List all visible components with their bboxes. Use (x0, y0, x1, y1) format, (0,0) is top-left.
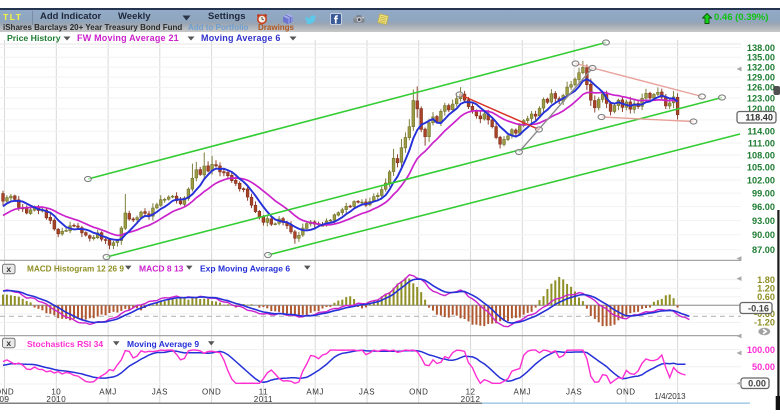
svg-text:MACD Histogram 12 26 9: MACD Histogram 12 26 9 (27, 264, 124, 273)
svg-text:0.60: 0.60 (757, 292, 775, 302)
svg-text:2012: 2012 (461, 395, 481, 404)
svg-text:JAS: JAS (152, 388, 168, 397)
svg-text:AMJ: AMJ (306, 388, 324, 397)
svg-text:x: x (6, 264, 11, 274)
svg-text:102.00: 102.00 (747, 175, 775, 185)
svg-text:135.00: 135.00 (747, 53, 775, 63)
svg-text:2010: 2010 (46, 395, 66, 404)
svg-text:2011: 2011 (254, 395, 273, 404)
svg-text:111.00: 111.00 (748, 138, 775, 148)
svg-text:MACD 8 13: MACD 8 13 (139, 263, 184, 273)
svg-text:OND: OND (202, 388, 221, 397)
svg-text:138.00: 138.00 (747, 43, 775, 53)
svg-text:87.00: 87.00 (752, 245, 775, 255)
svg-text:118.40: 118.40 (745, 113, 773, 123)
svg-text:108.00: 108.00 (747, 150, 775, 160)
svg-text:0.00: 0.00 (748, 379, 766, 389)
svg-text:JAS: JAS (566, 388, 582, 397)
svg-text:AMJ: AMJ (99, 388, 117, 397)
svg-text:-1.20: -1.20 (754, 318, 775, 328)
svg-text:JAS: JAS (359, 388, 375, 397)
svg-text:105.00: 105.00 (747, 163, 775, 173)
svg-text:114.00: 114.00 (747, 127, 775, 137)
svg-text:Moving Average 9: Moving Average 9 (127, 339, 199, 349)
svg-text:132.00: 132.00 (747, 62, 775, 72)
svg-text:96.00: 96.00 (752, 202, 775, 212)
svg-text:OND: OND (409, 388, 428, 397)
svg-text:100.00: 100.00 (747, 345, 775, 355)
svg-text:Exp Moving Average 6: Exp Moving Average 6 (200, 263, 290, 273)
svg-text:AMJ: AMJ (514, 388, 532, 397)
svg-text:126.00: 126.00 (747, 83, 775, 93)
svg-text:123.00: 123.00 (747, 93, 775, 103)
svg-text:OND: OND (616, 388, 635, 397)
svg-text:90.00: 90.00 (752, 230, 775, 240)
svg-text:Stochastics RSI 34: Stochastics RSI 34 (27, 339, 103, 349)
svg-text:x: x (6, 338, 11, 348)
svg-text:93.00: 93.00 (752, 216, 775, 226)
svg-text:50.00: 50.00 (752, 362, 775, 372)
svg-text:09: 09 (0, 395, 9, 404)
svg-text:1/4/2013: 1/4/2013 (654, 392, 686, 401)
svg-text:99.00: 99.00 (752, 188, 775, 198)
svg-text:129.00: 129.00 (747, 72, 775, 82)
svg-text:-0.16: -0.16 (748, 303, 769, 313)
